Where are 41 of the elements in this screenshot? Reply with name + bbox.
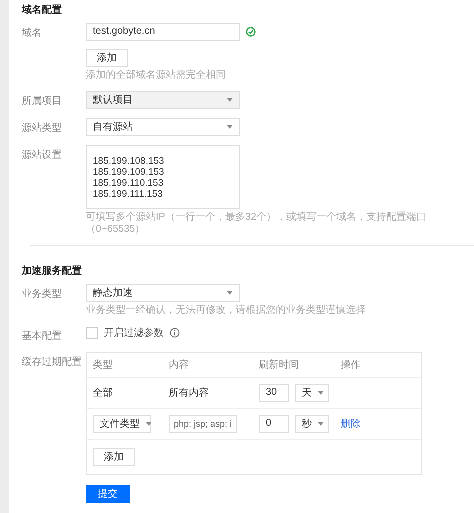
- section-title: 域名配置: [22, 4, 63, 17]
- select-field[interactable]: 自有源站: [86, 118, 240, 136]
- add-button[interactable]: 添加: [93, 448, 135, 466]
- checkbox-label: 开启过滤参数: [104, 326, 164, 340]
- submit-button[interactable]: 提交: [86, 485, 130, 503]
- caret-icon: [318, 422, 324, 426]
- hint-text: 业务类型一经确认，无法再修改，请根据您的业务类型谨慎选择: [86, 305, 367, 317]
- field-label: 缓存过期配置: [22, 356, 83, 370]
- select-field[interactable]: 静态加速: [86, 284, 240, 302]
- caret-icon: [318, 391, 324, 395]
- select-field[interactable]: 文件类型: [93, 415, 151, 433]
- field-label: 基本配置: [22, 330, 63, 343]
- field-label: 域名: [22, 26, 43, 41]
- caret-icon: [227, 98, 233, 102]
- select-field[interactable]: 秒: [295, 415, 329, 433]
- content-field[interactable]: php; jsp; asp; i: [169, 415, 238, 433]
- table-cell-text: 所有内容: [169, 386, 209, 400]
- time-field[interactable]: 0: [259, 415, 289, 433]
- field-label: 业务类型: [22, 288, 63, 302]
- table-cell-text: 全部: [93, 386, 113, 400]
- field-label: 源站类型: [22, 122, 63, 136]
- caret-icon: [227, 125, 233, 129]
- checkbox[interactable]: [86, 327, 98, 339]
- time-field[interactable]: 30: [259, 384, 289, 402]
- caret-icon: [227, 291, 233, 295]
- delete-link[interactable]: 删除: [341, 417, 361, 431]
- info-icon: [170, 328, 180, 338]
- column-header: 类型: [93, 358, 114, 372]
- field-label: 所属项目: [22, 94, 63, 109]
- add-button[interactable]: 添加: [86, 49, 128, 67]
- column-header: 内容: [169, 358, 190, 372]
- field-label: 源站设置: [22, 148, 63, 163]
- origin-field[interactable]: 185.199.108.153 185.199.109.153 185.199.110.153 185.199.111.153: [86, 145, 240, 209]
- hint-text: 添加的全部域名源站需完全相同: [86, 70, 227, 82]
- section-title: 加速服务配置: [22, 264, 83, 278]
- hint-text: 可填写多个源站IP（一行一个，最多32个），或填写一个域名，支持配置端口（0~65535）: [86, 212, 428, 236]
- column-header: 操作: [341, 359, 362, 372]
- caret-icon: [146, 422, 152, 426]
- column-header: 刷新时间: [259, 358, 300, 372]
- select-field[interactable]: 天: [295, 384, 329, 402]
- domain-field[interactable]: test.gobyte.cn: [86, 23, 240, 41]
